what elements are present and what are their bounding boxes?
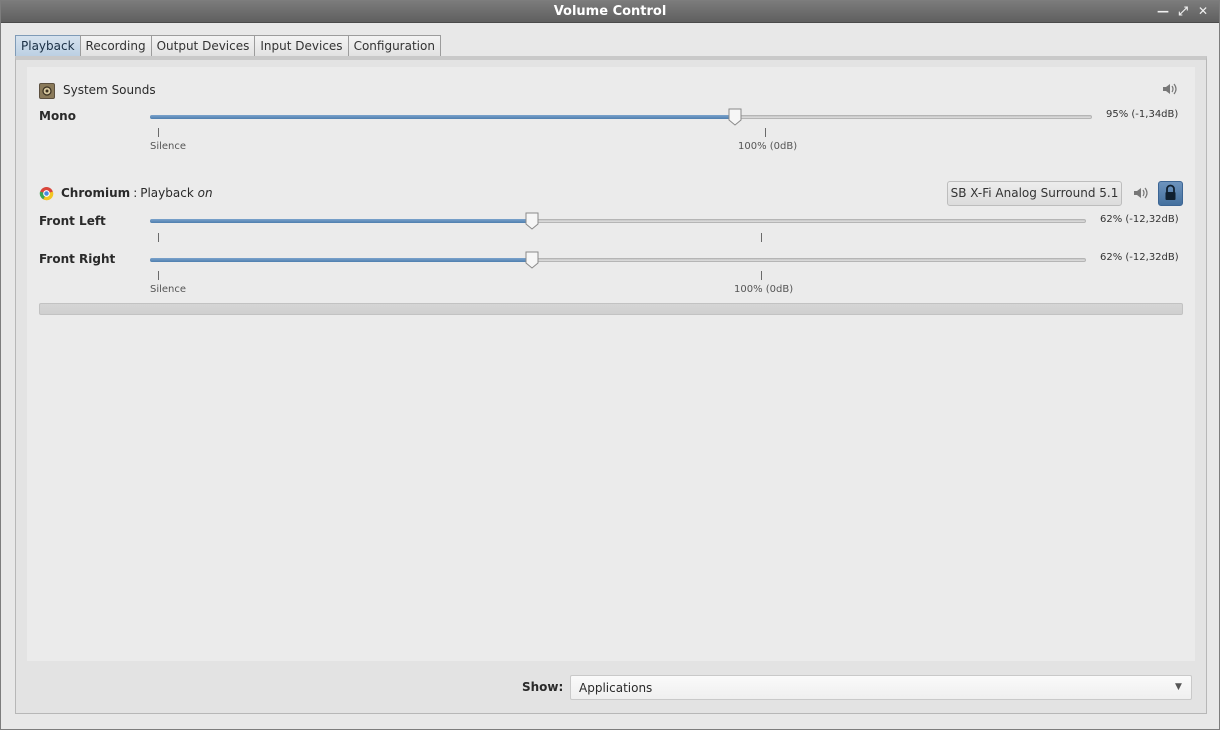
scale-tick-silence — [158, 233, 159, 242]
chromium-icon — [39, 186, 54, 201]
tab-bar: Playback Recording Output Devices Input … — [15, 35, 441, 57]
speaker-icon — [39, 83, 55, 99]
scale-tick-100 — [765, 128, 766, 137]
mono-channel-label: Mono — [39, 109, 76, 123]
tab-configuration[interactable]: Configuration — [347, 35, 441, 57]
slider-thumb[interactable] — [728, 108, 742, 126]
tab-playback[interactable]: Playback — [15, 35, 80, 57]
front-left-volume-readout: 62% (-12,32dB) — [1100, 214, 1179, 225]
chromium-status-state: on — [197, 186, 213, 200]
tab-output-devices[interactable]: Output Devices — [150, 35, 255, 57]
chromium-status: Playback — [140, 186, 194, 200]
scale-label-100: 100% (0dB) — [734, 284, 794, 295]
chromium-mute-icon[interactable] — [1132, 186, 1148, 203]
chromium-stream-title: Chromium: Playback on — [61, 186, 213, 200]
scale-tick-100 — [761, 233, 762, 242]
maximize-icon[interactable]: ⤢ — [1175, 3, 1191, 19]
mono-volume-readout: 95% (-1,34dB) — [1106, 109, 1179, 120]
scale-label-100: 100% (0dB) — [738, 141, 798, 152]
slider-fill — [150, 115, 735, 119]
front-right-label: Front Right — [39, 252, 116, 266]
front-right-volume-readout: 62% (-12,32dB) — [1100, 252, 1179, 263]
scale-label-silence: Silence — [150, 141, 187, 152]
system-sounds-mute-icon[interactable] — [1161, 82, 1177, 99]
scale-tick-silence — [158, 128, 159, 137]
output-device-button[interactable]: SB X-Fi Analog Surround 5.1 — [947, 181, 1122, 206]
scale-label-silence: Silence — [150, 284, 187, 295]
playback-panel — [27, 67, 1195, 661]
chevron-down-icon: ▼ — [1175, 682, 1182, 692]
show-dropdown[interactable]: Applications ▼ — [570, 675, 1192, 700]
chromium-app-name: Chromium — [61, 186, 131, 200]
lock-icon — [1165, 184, 1176, 200]
mono-volume-slider[interactable] — [150, 108, 1092, 126]
front-right-volume-slider[interactable] — [150, 251, 1086, 269]
front-left-volume-slider[interactable] — [150, 212, 1086, 230]
scale-tick-silence — [158, 271, 159, 280]
scale-tick-100 — [761, 271, 762, 280]
slider-fill — [150, 258, 532, 262]
volume-control-window: Volume Control — ⤢ ✕ Playback Recording … — [0, 0, 1220, 730]
slider-thumb[interactable] — [525, 251, 539, 269]
title-bar[interactable]: Volume Control — ⤢ ✕ — [1, 1, 1219, 23]
slider-thumb[interactable] — [525, 212, 539, 230]
show-label: Show: — [522, 680, 564, 694]
system-sounds-title: System Sounds — [63, 83, 156, 97]
tab-recording[interactable]: Recording — [79, 35, 151, 57]
tab-input-devices[interactable]: Input Devices — [254, 35, 348, 57]
front-left-label: Front Left — [39, 214, 106, 228]
title-separator: : — [133, 186, 138, 200]
lock-channels-button[interactable] — [1158, 181, 1183, 206]
show-dropdown-value: Applications — [579, 681, 653, 695]
slider-fill — [150, 219, 532, 223]
close-icon[interactable]: ✕ — [1195, 3, 1211, 19]
minimize-icon[interactable]: — — [1155, 3, 1171, 19]
stream-list-separator — [39, 303, 1183, 315]
window-title: Volume Control — [553, 4, 667, 19]
